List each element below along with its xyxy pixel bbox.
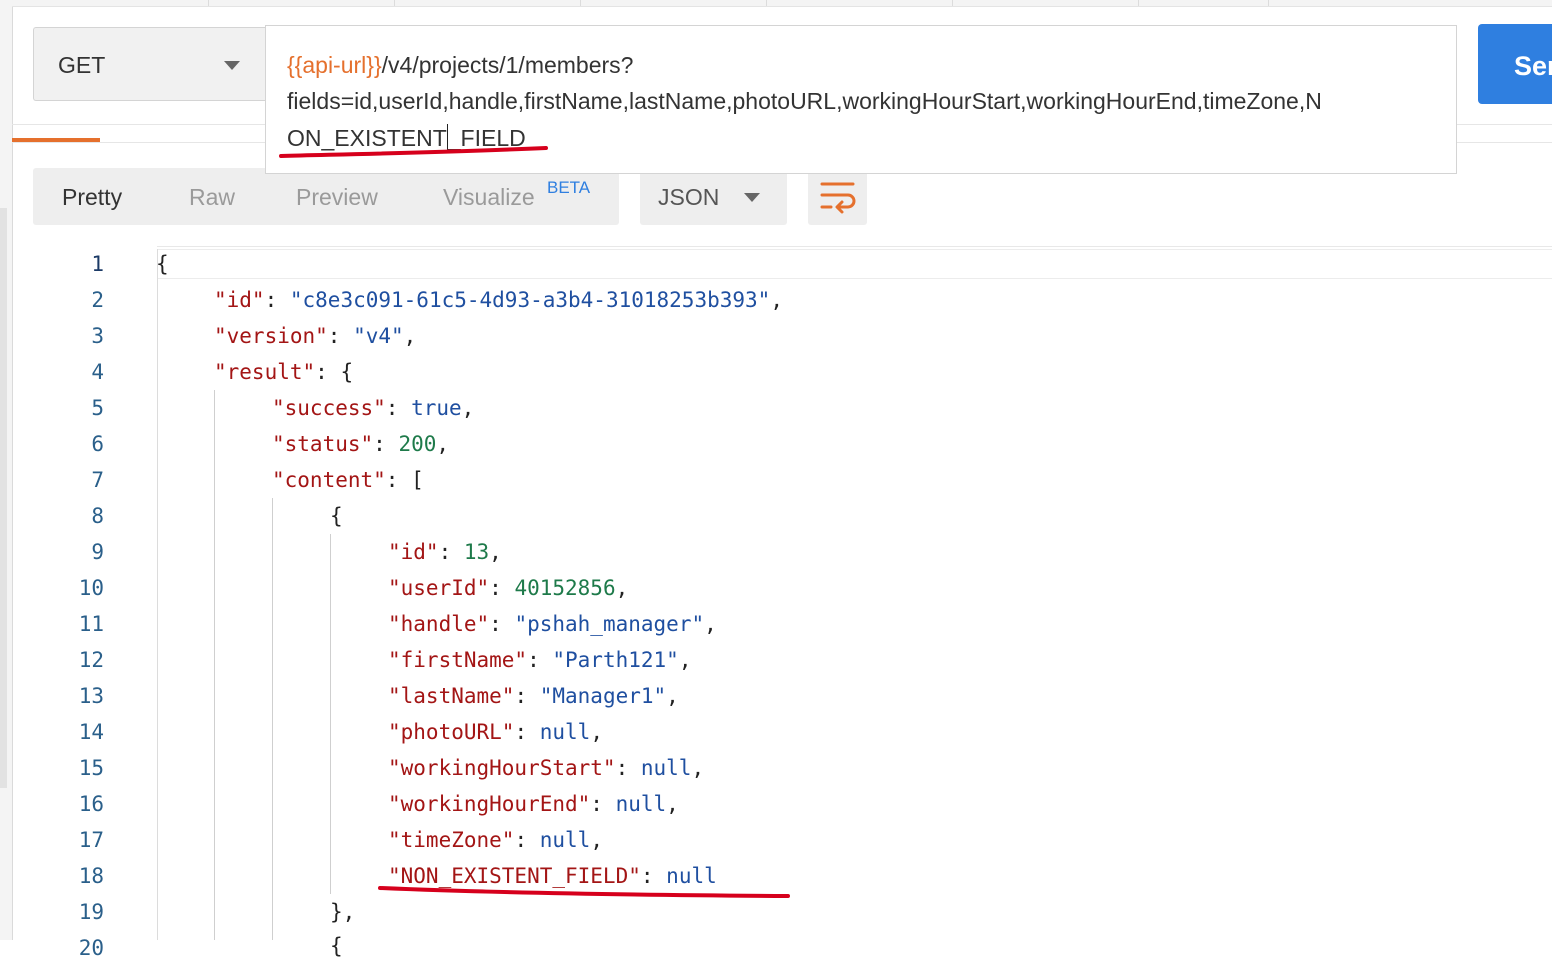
url-line-2: fields=id,userId,handle,firstName,lastNa… <box>287 88 1322 114</box>
code-line: "lastName": "Manager1", <box>388 684 679 708</box>
beta-badge: BETA <box>547 178 591 197</box>
code-line: "content": [ <box>272 468 424 492</box>
line-number: 5 <box>91 396 104 420</box>
tab-divider <box>766 0 767 6</box>
indent-guide <box>330 534 331 894</box>
send-button[interactable]: Ser <box>1478 24 1552 104</box>
indent-guide <box>214 390 215 940</box>
tab-divider <box>394 0 395 6</box>
line-number: 12 <box>78 648 104 672</box>
code-line: { <box>330 504 343 528</box>
line-number: 16 <box>78 792 104 816</box>
url-variable: {{api-url}} <box>287 52 382 78</box>
line-number: 6 <box>91 432 104 456</box>
code-line: "timeZone": null, <box>388 828 603 852</box>
code-line: "photoURL": null, <box>388 720 603 744</box>
line-number: 7 <box>91 468 104 492</box>
line-number: 9 <box>91 540 104 564</box>
code-line: "userId": 40152856, <box>388 576 629 600</box>
code-line: "result": { <box>214 360 354 384</box>
line-number: 11 <box>78 612 104 636</box>
tab-divider <box>1268 0 1269 6</box>
line-number: 19 <box>78 900 104 924</box>
wrap-lines-button[interactable] <box>808 168 867 225</box>
line-number: 8 <box>91 504 104 528</box>
method-label: GET <box>58 52 106 78</box>
code-line: "handle": "pshah_manager", <box>388 612 717 636</box>
line-number: 13 <box>78 684 104 708</box>
send-button-label: Ser <box>1514 51 1552 81</box>
code-line: "success": true, <box>272 396 475 420</box>
code-line: }, <box>330 900 356 924</box>
tab-divider <box>1138 0 1139 6</box>
editor-gutter-border <box>157 249 158 940</box>
code-line: "workingHourEnd": null, <box>388 792 679 816</box>
line-number: 2 <box>91 288 104 312</box>
code-line: { <box>156 252 169 276</box>
url-line-1: {{api-url}}/v4/projects/1/members? <box>287 52 633 79</box>
line-number: 3 <box>91 324 104 348</box>
tab-visualize[interactable]: Visualize <box>443 184 535 211</box>
code-line: "status": 200, <box>272 432 450 456</box>
line-number: 15 <box>78 756 104 780</box>
line-number: 1 <box>91 252 104 276</box>
line-number: 14 <box>78 720 104 744</box>
tab-divider <box>208 0 209 6</box>
code-line: "firstName": "Parth121", <box>388 648 692 672</box>
tab-raw[interactable]: Raw <box>189 184 235 211</box>
scrollbar-track[interactable] <box>0 208 7 788</box>
line-number: 10 <box>78 576 104 600</box>
code-line: "id": "c8e3c091-61c5-4d93-a3b4-31018253b… <box>214 288 783 312</box>
red-underline-annotation <box>279 146 548 158</box>
chevron-down-icon <box>744 193 760 202</box>
current-line-highlight <box>157 249 1552 279</box>
url-path: /v4/projects/1/members? <box>381 52 634 78</box>
tab-divider <box>580 0 581 6</box>
format-select[interactable]: JSON <box>640 168 787 225</box>
tab-pretty[interactable]: Pretty <box>62 184 122 211</box>
response-view-tabs: Pretty Raw Preview Visualize BETA <box>33 168 619 225</box>
wrap-lines-icon <box>820 182 856 214</box>
request-tab-strip <box>12 0 1552 7</box>
code-line: "workingHourStart": null, <box>388 756 705 780</box>
code-line: { <box>330 934 343 958</box>
code-line: "id": 13, <box>388 540 502 564</box>
format-label: JSON <box>658 184 720 210</box>
method-select[interactable]: GET <box>33 27 265 101</box>
tab-preview[interactable]: Preview <box>296 184 378 211</box>
line-number: 18 <box>78 864 104 888</box>
code-line: "version": "v4", <box>214 324 417 348</box>
tab-divider <box>952 0 953 6</box>
line-number: 17 <box>78 828 104 852</box>
chevron-down-icon <box>224 61 240 70</box>
editor-top-border <box>157 246 1552 247</box>
line-number: 4 <box>91 360 104 384</box>
red-underline-annotation <box>378 886 790 898</box>
indent-guide <box>272 498 273 940</box>
